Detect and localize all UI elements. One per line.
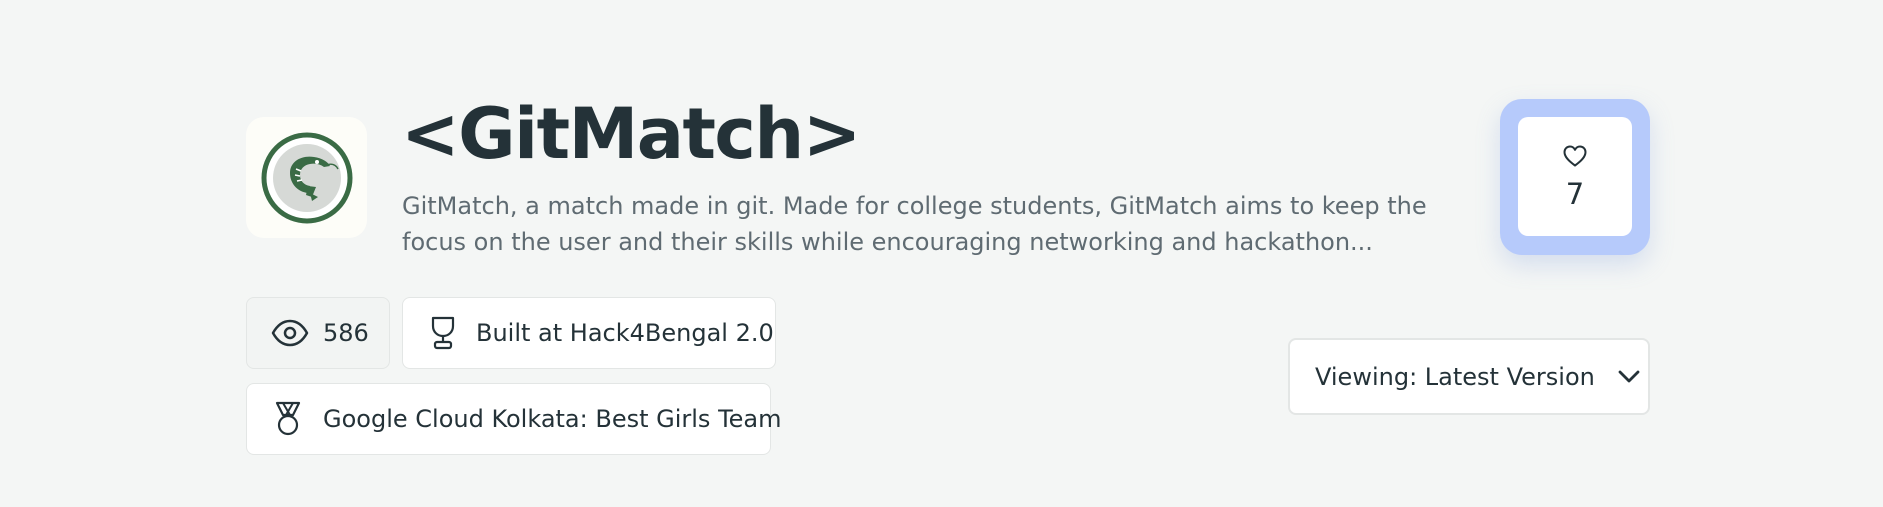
views-count: 586 — [323, 319, 369, 347]
like-button[interactable]: 7 — [1518, 117, 1632, 236]
version-label: Viewing: Latest Version — [1315, 362, 1595, 391]
project-description: GitMatch, a match made in git. Made for … — [402, 192, 1427, 256]
chevron-down-icon — [1617, 369, 1641, 385]
prize-label: Google Cloud Kolkata: Best Girls Team — [323, 405, 782, 433]
like-count: 7 — [1565, 176, 1585, 211]
trophy-icon — [430, 316, 456, 350]
medal-icon — [273, 401, 303, 437]
heart-icon — [1563, 145, 1587, 166]
version-dropdown[interactable]: Viewing: Latest Version — [1288, 338, 1650, 415]
project-logo — [246, 117, 367, 238]
hackathon-label: Built at Hack4Bengal 2.0 — [476, 319, 774, 347]
shrimp-logo-icon — [261, 132, 352, 223]
views-chip: 586 — [246, 297, 390, 369]
project-title: <GitMatch> — [401, 93, 861, 175]
eye-icon — [271, 319, 309, 347]
prize-chip[interactable]: Google Cloud Kolkata: Best Girls Team — [246, 383, 782, 455]
like-card: 7 — [1500, 99, 1650, 255]
hackathon-chip[interactable]: Built at Hack4Bengal 2.0 — [402, 297, 776, 369]
